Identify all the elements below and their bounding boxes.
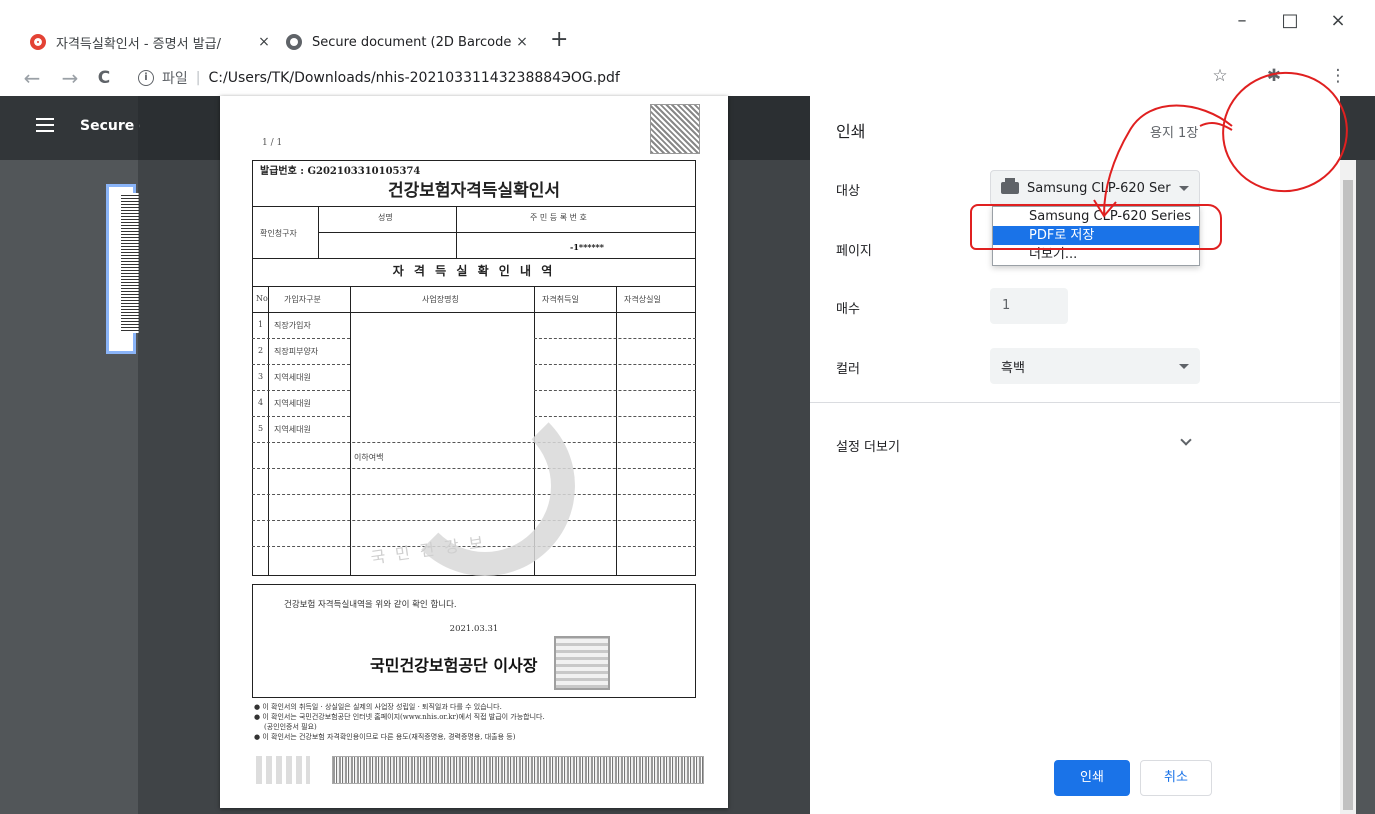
copies-label: 매수: [836, 302, 860, 317]
bookmark-star-icon[interactable]: ☆: [1208, 66, 1232, 86]
new-tab-button[interactable]: +: [550, 28, 568, 52]
close-window-button[interactable]: ×: [1318, 10, 1358, 31]
row-type: 직장가입자: [274, 321, 311, 330]
row-type: 지역세대원: [274, 373, 311, 382]
column-header-workplace: 사업장명칭: [422, 295, 459, 304]
tab-strip: 자격득실확인서 - 증명서 발급/ × Secure document (2D …: [0, 0, 1375, 60]
official-stamp-icon: [554, 636, 610, 690]
row-number: 2: [258, 346, 264, 355]
url-field[interactable]: i 파일 | C:/Users/TK/Downloads/nhis-202103…: [128, 64, 1288, 92]
pages-label: 페이지: [836, 244, 872, 259]
rrn-header: 주 민 등 록 번 호: [530, 213, 587, 222]
viewer-title: Secure d: [80, 118, 140, 134]
tab-close-icon[interactable]: ×: [512, 34, 532, 50]
more-settings-toggle[interactable]: 설정 더보기: [836, 436, 900, 455]
minimize-button[interactable]: –: [1222, 10, 1262, 31]
url-text: C:/Users/TK/Downloads/nhis-2021033114323…: [208, 70, 620, 86]
tab-title: Secure document (2D Barcode): [312, 34, 512, 50]
copies-input[interactable]: 1: [990, 288, 1068, 324]
tab-secure-document[interactable]: Secure document (2D Barcode) ×: [276, 24, 538, 60]
info-icon[interactable]: i: [138, 70, 154, 86]
destination-label: 대상: [836, 184, 860, 199]
barcode-logo-icon: [256, 756, 310, 784]
browser-menu-icon[interactable]: ⋮: [1326, 66, 1350, 86]
address-bar: ← → C i 파일 | C:/Users/TK/Downloads/nhis-…: [0, 60, 1375, 96]
destination-value: Samsung CLP-620 Ser: [1027, 180, 1171, 196]
note-line: ● 이 확인서는 건강보험 자격확인용이므로 다른 용도(재직증명용, 경력증명…: [254, 733, 516, 741]
print-button[interactable]: 인쇄: [1054, 760, 1130, 796]
chevron-down-icon: [1179, 364, 1189, 369]
viewer-scroll-thumb[interactable]: [1343, 180, 1353, 810]
note-line: ● 이 확인서의 취득일 · 상실일은 실제의 사업장 성립일 · 퇴직일과 다…: [254, 703, 502, 711]
chevron-down-icon: [1179, 186, 1189, 191]
row-type: 지역세대원: [274, 399, 311, 408]
tab-title: 자격득실확인서 - 증명서 발급/: [56, 36, 221, 52]
url-scheme-label: 파일: [162, 71, 188, 87]
color-label: 컬러: [836, 362, 860, 377]
url-separator: |: [195, 70, 201, 86]
name-header: 성명: [378, 213, 393, 222]
issuer-name: 국민건강보험공단 이사장: [370, 656, 538, 675]
print-title: 인쇄: [836, 122, 866, 141]
expand-chevron-icon[interactable]: [1180, 434, 1192, 446]
globe-favicon-icon: [286, 34, 302, 50]
section-title: 자 격 득 실 확 인 내 역: [392, 264, 556, 278]
row-number: 4: [258, 398, 264, 407]
row-number: 1: [258, 320, 264, 329]
tab-close-icon[interactable]: ×: [254, 34, 274, 50]
document-title: 건강보험자격득실확인서: [387, 181, 561, 201]
note-line: ● 이 확인서는 국민건강보험공단 인터넷 홈페이지(www.nhis.or.k…: [254, 713, 545, 721]
maximize-button[interactable]: □: [1270, 10, 1310, 31]
back-button[interactable]: ←: [20, 66, 44, 90]
note-line: (공인인증서 필요): [264, 723, 317, 731]
printer-icon: [1001, 178, 1019, 194]
settings-divider: [810, 402, 1340, 403]
hamburger-menu-icon[interactable]: [36, 118, 54, 132]
document-notes: ● 이 확인서의 취득일 · 상실일은 실제의 사업장 성립일 · 퇴직일과 다…: [254, 702, 704, 742]
document-number: 발급번호 : G202103310105374: [260, 162, 420, 177]
column-header-lost: 자격상실일: [624, 295, 661, 304]
column-header-no: No: [256, 294, 268, 303]
row-type: 직장피부양자: [274, 347, 319, 356]
print-preview-page: 1 / 1 발급번호 : G202103310105374 건강보험자격득실확인…: [220, 96, 728, 808]
document-qr-code: [650, 104, 700, 154]
row-number: 3: [258, 372, 264, 381]
blank-row-text: 이하여백: [354, 453, 384, 462]
cancel-button[interactable]: 취소: [1140, 760, 1212, 796]
column-header-acquired: 자격취득일: [542, 295, 579, 304]
color-value: 흑백: [1001, 360, 1025, 376]
column-header-type: 가입자구분: [284, 295, 321, 304]
rrn-value: -1******: [570, 242, 604, 252]
tab-certificate[interactable]: 자격득실확인서 - 증명서 발급/ ×: [20, 24, 280, 60]
reload-button[interactable]: C: [92, 66, 116, 90]
page-thumbnail[interactable]: [106, 184, 139, 354]
confirmation-text: 건강보험 자격득실내역을 위와 같이 확인 합니다.: [284, 600, 457, 610]
confirmation-date: 2021.03.31: [449, 624, 499, 634]
sheet-count: 용지 1장: [1150, 126, 1199, 141]
row-type: 지역세대원: [274, 425, 311, 434]
annotation-highlight-box: [970, 204, 1222, 250]
red-o-favicon-icon: [30, 34, 46, 50]
forward-button[interactable]: →: [58, 66, 82, 90]
2d-barcode: [332, 756, 704, 784]
page-number: 1 / 1: [262, 138, 283, 148]
requester-label: 확인청구자: [260, 229, 297, 238]
row-number: 5: [258, 424, 264, 433]
color-select[interactable]: 흑백: [990, 348, 1200, 384]
destination-select[interactable]: Samsung CLP-620 Ser: [990, 170, 1200, 206]
